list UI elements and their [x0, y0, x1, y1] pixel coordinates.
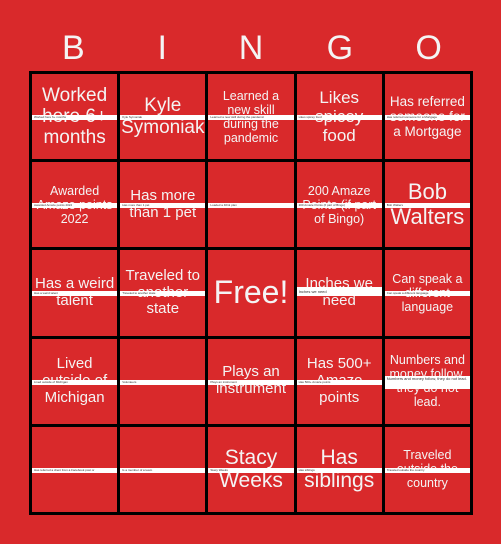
cell-text-strip[interactable]: Lived outside of Michigan — [32, 379, 118, 385]
header-letter-o: O — [415, 29, 442, 67]
cell-text-strip[interactable]: Traveled to another state — [120, 291, 206, 297]
cell-text-strip[interactable]: Has 500+ Amaze points — [296, 379, 382, 385]
header-letter-n: N — [238, 29, 264, 67]
cell-text-strip[interactable]: Plays an instrument — [208, 379, 294, 385]
bingo-cell[interactable]: Worked here 6+ monthsWorked here 6+ mont… — [32, 74, 118, 160]
bingo-cell[interactable]: Numbers and money follow, they do not le… — [384, 338, 470, 424]
header-letter-b: B — [62, 29, 85, 67]
cell-text-strip[interactable]: Is a member of a team — [120, 467, 206, 473]
cell-text-strip[interactable]: Learned a new skill during the pandemic — [208, 115, 294, 120]
bingo-cell[interactable]: Awarded Amaze points 2022Awarded Amaze p… — [32, 162, 118, 248]
cell-text-strip[interactable]: Stacy Weeks — [208, 467, 294, 473]
bingo-cell[interactable]: Kyle Symoniak Kyle Symoniak — [120, 74, 206, 160]
bingo-cell[interactable]: Loaded a 401k plan — [208, 162, 294, 248]
bingo-cell[interactable]: Has a weird talent Has a weird talent — [32, 250, 118, 336]
bingo-header: B I N G O — [29, 28, 473, 68]
free-space-label: Free! — [213, 274, 289, 311]
cell-text-strip[interactable]: Volunteers — [120, 379, 206, 385]
cell-text-strip[interactable]: Inches we need — [296, 287, 382, 297]
bingo-cell[interactable]: Has 500+ Amaze pointsHas 500+ Amaze poin… — [296, 338, 382, 424]
bingo-cell[interactable]: Can speak a different languageCan speak … — [384, 250, 470, 336]
cell-text-strip[interactable]: 200 Amaze Points (if part of Bingo) — [296, 203, 382, 209]
cell-text-strip[interactable]: Has siblings — [296, 467, 382, 473]
bingo-cell[interactable]: Stacy Weeks Stacy Weeks — [208, 426, 294, 512]
cell-text-strip[interactable]: Worked here 6+ months — [32, 115, 118, 120]
bingo-cell[interactable]: Plays an instrument Plays an instrument — [208, 338, 294, 424]
cell-text-strip[interactable]: Has more than 1 pet — [120, 203, 206, 209]
cell-text-strip[interactable]: Can speak a different language — [384, 291, 470, 297]
cell-text-strip[interactable]: Has a weird talent — [32, 291, 118, 297]
bingo-cell[interactable]: Is a member of a team — [120, 426, 206, 512]
bingo-cell[interactable]: Has siblings Has siblings — [296, 426, 382, 512]
bingo-cell[interactable]: Learned a new skill during the pandemic L… — [208, 74, 294, 160]
cell-text-strip[interactable]: Has referred someone for a Mortgage — [384, 115, 470, 120]
bingo-cell[interactable]: Has referred a client from a Facebook po… — [32, 426, 118, 512]
header-letter-i: I — [157, 29, 167, 67]
cell-text-strip[interactable]: Bob Walters — [384, 203, 470, 209]
bingo-cell[interactable]: Has referred someone for a MortgageHas r… — [384, 74, 470, 160]
cell-text-strip[interactable]: Loaded a 401k plan — [208, 203, 294, 209]
bingo-cell[interactable]: Traveled outside the countryTraveled out… — [384, 426, 470, 512]
bingo-cell[interactable]: Lived outside of MichiganLived outside o… — [32, 338, 118, 424]
bingo-cell[interactable]: 200 Amaze Points (if part of Bingo)200 A… — [296, 162, 382, 248]
bingo-cell[interactable]: Bob Walters Bob Walters — [384, 162, 470, 248]
cell-text-strip[interactable]: Likes spicey food — [296, 115, 382, 120]
cell-text-strip[interactable]: Numbers and money follow, they do not le… — [384, 375, 470, 389]
cell-text-strip[interactable]: Traveled outside the country — [384, 467, 470, 473]
cell-text-strip[interactable]: Kyle Symoniak — [120, 115, 206, 120]
header-letter-g: G — [326, 29, 354, 67]
bingo-cell[interactable]: Has more than 1 pet Has more than 1 pet — [120, 162, 206, 248]
cell-text-strip[interactable]: Has referred a client from a Facebook po… — [32, 467, 118, 473]
bingo-cell[interactable]: Inches we need Inches we need — [296, 250, 382, 336]
bingo-cell[interactable]: Traveled to another stateTraveled to ano… — [120, 250, 206, 336]
cell-text-strip[interactable]: Awarded Amaze points 2022 — [32, 203, 118, 209]
bingo-cell[interactable]: Likes spicey foodLikes spicey food — [296, 74, 382, 160]
bingo-cell[interactable]: Volunteers — [120, 338, 206, 424]
free-space-cell[interactable]: Free! — [208, 250, 294, 336]
bingo-grid: Worked here 6+ monthsWorked here 6+ mont… — [29, 71, 473, 515]
